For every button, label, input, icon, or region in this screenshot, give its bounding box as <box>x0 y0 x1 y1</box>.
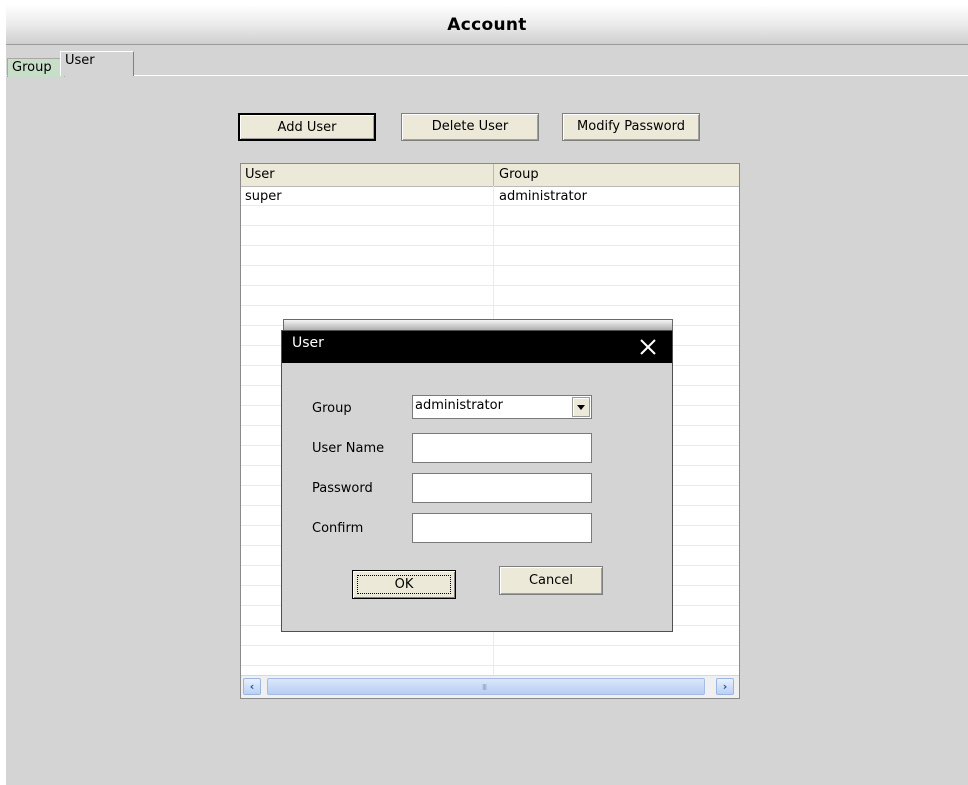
column-divider[interactable] <box>493 164 494 186</box>
user-dialog: User Group administrator User Name Passw… <box>281 330 673 632</box>
close-icon[interactable] <box>638 337 658 357</box>
cell-user: super <box>245 189 282 204</box>
tab-group[interactable]: Group <box>7 58 65 77</box>
ok-button[interactable]: OK <box>352 570 456 599</box>
scroll-grip: III <box>482 683 487 692</box>
account-window: Account Group User Add User Delete User … <box>6 6 968 785</box>
scroll-thumb[interactable]: III <box>267 678 705 695</box>
password-label: Password <box>312 481 373 496</box>
group-label: Group <box>312 401 352 416</box>
cell-group: administrator <box>499 189 587 204</box>
add-user-button[interactable]: Add User <box>238 113 376 141</box>
username-input[interactable] <box>412 433 592 463</box>
column-header-group[interactable]: Group <box>499 167 539 182</box>
dialog-title: User <box>292 335 324 351</box>
group-select-value: administrator <box>415 398 503 413</box>
username-label: User Name <box>312 441 385 456</box>
scroll-left-icon[interactable]: ‹ <box>243 678 261 695</box>
column-header-user[interactable]: User <box>245 167 275 182</box>
confirm-label: Confirm <box>312 521 364 536</box>
table-row[interactable]: super administrator <box>241 188 739 207</box>
list-header: User Group <box>241 164 739 187</box>
scroll-right-icon[interactable]: › <box>716 678 734 695</box>
focus-ring <box>357 575 451 594</box>
confirm-password-input[interactable] <box>412 513 592 543</box>
cancel-button[interactable]: Cancel <box>499 566 603 595</box>
tab-user[interactable]: User <box>60 51 134 76</box>
delete-user-button[interactable]: Delete User <box>401 113 539 141</box>
group-select[interactable]: administrator <box>412 395 592 419</box>
horizontal-scrollbar[interactable]: ‹ III › <box>241 675 739 698</box>
tab-bar: Group User <box>6 45 968 77</box>
window-title: Account <box>447 15 527 35</box>
dialog-title-bar: User <box>282 331 672 363</box>
dropdown-arrow-icon[interactable] <box>572 397 590 417</box>
modify-password-button[interactable]: Modify Password <box>562 113 700 141</box>
title-bar: Account <box>6 6 968 45</box>
password-input[interactable] <box>412 473 592 503</box>
